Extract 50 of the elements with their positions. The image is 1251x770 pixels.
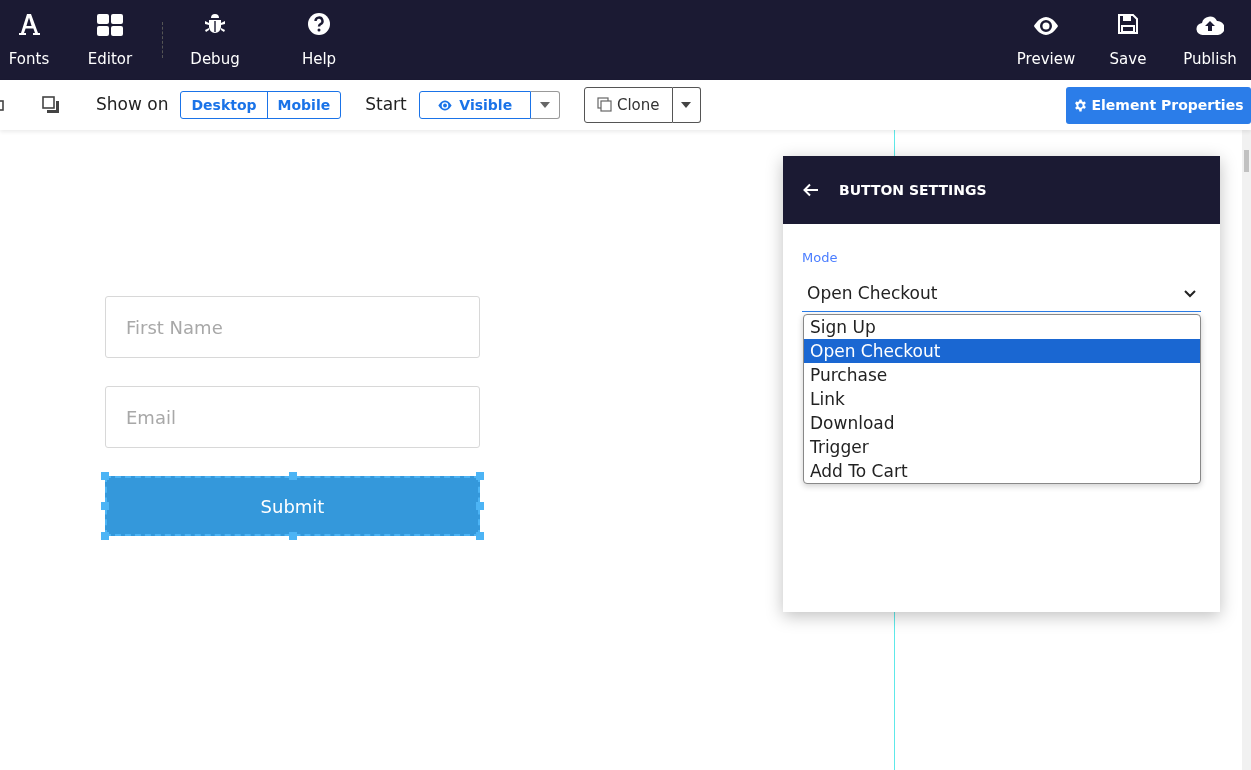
nav-button[interactable]: Fonts bbox=[0, 0, 58, 80]
eye-icon bbox=[437, 99, 454, 111]
dropdown-option[interactable]: Sign Up bbox=[804, 315, 1200, 339]
nav-button[interactable]: Editor bbox=[58, 0, 162, 80]
grid-icon bbox=[97, 13, 123, 36]
show-on-option[interactable]: Mobile bbox=[266, 92, 341, 118]
resize-handle[interactable] bbox=[101, 502, 109, 510]
chevron-down-icon bbox=[1184, 290, 1196, 298]
caret-icon bbox=[681, 102, 692, 108]
nav-button[interactable]: Debug bbox=[163, 0, 267, 80]
mode-select[interactable]: Open Checkout bbox=[802, 277, 1201, 312]
back-arrow-icon[interactable] bbox=[803, 183, 819, 197]
bring-to-front-icon[interactable] bbox=[42, 96, 60, 114]
input-field[interactable]: Email bbox=[105, 386, 480, 448]
resize-handle[interactable] bbox=[288, 532, 297, 540]
copy-icon bbox=[596, 97, 613, 113]
dropdown-option[interactable]: Link bbox=[804, 387, 1200, 411]
visible-dropdown[interactable]: Visible bbox=[418, 91, 531, 119]
resize-handle[interactable] bbox=[476, 502, 484, 510]
resize-handle[interactable] bbox=[101, 472, 109, 480]
eye-icon bbox=[1032, 15, 1060, 36]
help-icon bbox=[307, 11, 331, 36]
gear-icon bbox=[1073, 98, 1087, 112]
nav-button[interactable]: Publish bbox=[1169, 0, 1251, 80]
nav-button[interactable]: Preview bbox=[1005, 0, 1087, 80]
input-field[interactable]: First Name bbox=[105, 296, 480, 358]
panel-title: BUTTON SETTINGS bbox=[839, 180, 987, 200]
resize-handle[interactable] bbox=[476, 472, 484, 480]
resize-handle[interactable] bbox=[101, 532, 109, 540]
dropdown-option[interactable]: Purchase bbox=[804, 363, 1200, 387]
dropdown-option[interactable]: Download bbox=[804, 411, 1200, 435]
scrollbar[interactable] bbox=[1242, 130, 1251, 770]
element-properties-button[interactable]: Element Properties bbox=[1066, 86, 1251, 124]
dropdown-option[interactable]: Open Checkout bbox=[804, 339, 1200, 363]
fonts-icon bbox=[17, 11, 41, 36]
resize-handle[interactable] bbox=[476, 532, 484, 540]
nav-button[interactable]: Save bbox=[1087, 0, 1169, 80]
mode-label: Mode bbox=[802, 249, 839, 267]
caret-button[interactable] bbox=[530, 91, 560, 119]
dropdown-option[interactable]: Add To Cart bbox=[804, 459, 1200, 483]
caret-button[interactable] bbox=[672, 87, 701, 123]
nav-button[interactable]: Help bbox=[267, 0, 371, 80]
show-on-label: Show on bbox=[96, 93, 169, 117]
resize-handle[interactable] bbox=[288, 472, 297, 480]
start-label: Start bbox=[365, 93, 407, 117]
dropdown-option[interactable]: Trigger bbox=[804, 435, 1200, 459]
show-on-option[interactable]: Desktop bbox=[181, 92, 267, 118]
bug-icon bbox=[203, 11, 227, 36]
clone-button[interactable]: Clone bbox=[583, 87, 673, 123]
caret-icon bbox=[539, 102, 550, 108]
